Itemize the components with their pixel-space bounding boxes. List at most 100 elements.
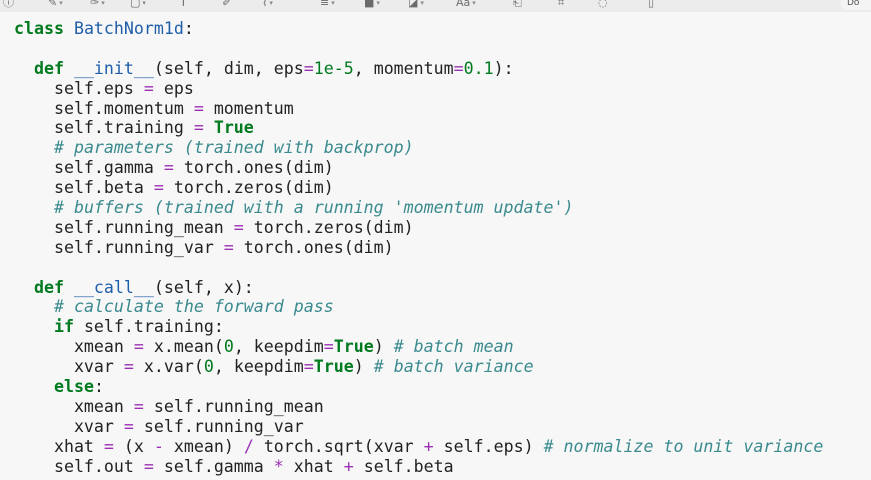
page-icon-glyph: ▯ [648,0,655,9]
code-token: self.out [14,456,144,476]
code-token: : [183,19,194,38]
code-token: / [243,436,254,456]
code-token: self.training: [73,317,224,337]
chevron-down-icon: ▾ [472,0,476,7]
code-line: else: [14,377,823,397]
border-color-icon[interactable]: ■ ▾ [364,0,380,9]
code-line: xhat = (x - xmean) / torch.sqrt(xvar + s… [14,437,823,457]
code-token: class [14,19,74,38]
code-token: torch.ones(dim) [233,237,394,257]
code-token: (self, x): [153,277,254,297]
code-line: def __call__(self, x): [14,278,823,298]
code-token: - [153,436,164,456]
line-style-icon[interactable]: ≡ ▾ [320,0,335,9]
code-token: = [143,456,154,476]
code-token: # buffers (trained with a running 'momen… [53,198,574,218]
chevron-down-icon: ▾ [376,0,380,7]
chevron-down-icon: ▾ [101,0,105,7]
code-line: # parameters (trained with backprop) [14,138,823,158]
text-icon[interactable]: T [180,0,187,9]
code-token: = [223,237,234,257]
crop-icon-glyph: ⌗ [558,0,565,9]
code-line: xvar = self.running_var [14,417,823,437]
code-block: class BatchNorm1d: def __init__(self, di… [14,19,823,476]
code-token: BatchNorm1d [73,19,184,38]
code-token: = [163,158,174,178]
code-token: True [313,357,354,377]
rotate-icon[interactable]: ⎗ [513,0,522,9]
code-token: * [273,456,284,476]
code-token: self.gamma [14,158,164,178]
code-line: self.momentum = momentum [14,99,823,119]
code-token: def [33,58,74,78]
code-token: 0 [203,357,214,377]
code-token: torch.ones(dim) [173,158,334,178]
code-token: # batch variance [373,357,534,377]
info-icon[interactable]: ⓘ [3,0,14,9]
pen-icon-glyph: ✎ [48,0,58,9]
code-token: ) [353,357,374,377]
code-token: = [303,58,314,78]
toolbar-right-button[interactable]: Do [841,0,871,10]
code-token: __init__ [73,58,154,78]
code-token: self.running_var [133,416,304,436]
code-token: = [143,78,154,98]
code-line: # calculate the forward pass [14,297,823,317]
code-token: eps [153,78,194,98]
code-token: + [423,436,434,456]
code-token: self.running_mean [143,396,324,416]
stamp-icon[interactable]: ⌇ ▾ [262,0,273,9]
draw-icon[interactable]: ✐ [222,0,231,9]
code-token: # parameters (trained with backprop) [53,138,414,158]
code-token: __call__ [73,277,154,297]
code-token: self.training [14,118,194,138]
font-icon-glyph: Aa [456,0,471,9]
code-token: True [213,118,254,138]
shape-icon[interactable]: ▢ ▾ [130,0,146,9]
chevron-down-icon: ▾ [59,0,63,7]
border-color-icon-glyph: ■ [364,0,375,9]
crop-icon[interactable]: ⌗ [558,0,564,9]
code-token: , keepdim [233,337,324,357]
fill-color-icon[interactable]: ◪ ▾ [408,0,424,9]
code-token: self.running_var [14,237,224,257]
code-token: True [333,337,374,357]
chevron-down-icon: ▾ [269,0,273,7]
code-token: ): [493,58,514,78]
code-token: + [343,456,354,476]
code-token: self.running_mean [14,217,234,237]
code-token: self.momentum [14,98,194,118]
code-line: class BatchNorm1d: [14,19,823,39]
code-token: xhat [283,456,344,476]
font-icon[interactable]: Aa ▾ [456,0,476,9]
pen-icon[interactable]: ✎ ▾ [48,0,63,9]
code-line: self.training = True [14,118,823,138]
code-token: def [33,277,74,297]
code-token: self.eps) [433,436,544,456]
code-token: = [153,178,164,198]
code-token: = [123,416,134,436]
page-icon[interactable]: ▯ [648,0,654,9]
code-editor[interactable]: class BatchNorm1d: def __init__(self, di… [0,12,871,480]
code-line: self.out = self.gamma * xhat + self.beta [14,457,823,477]
stamp-icon-glyph: ⌇ [262,0,268,9]
code-token: torch.zeros(dim) [163,178,334,198]
code-token: xhat [14,436,104,456]
comment-icon[interactable]: ◌ [598,0,608,9]
code-token: = [193,98,204,118]
draw-icon-glyph: ✐ [222,0,232,9]
code-token: , keepdim [213,357,304,377]
code-line: self.beta = torch.zeros(dim) [14,178,823,198]
highlighter-icon[interactable]: ✑ ▾ [90,0,105,9]
code-token: = [453,58,464,78]
code-line: self.running_var = torch.ones(dim) [14,238,823,258]
code-token: (self, dim, eps [153,58,304,78]
code-token: = [123,357,134,377]
